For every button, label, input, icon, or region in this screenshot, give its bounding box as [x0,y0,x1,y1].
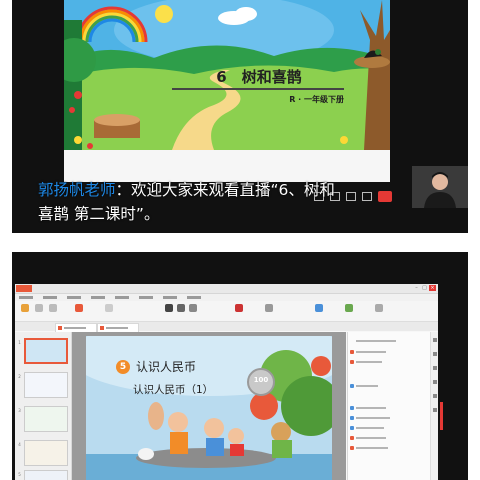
tab-document-active[interactable] [97,323,139,332]
file-icon [350,350,354,354]
presentation-app-window: – □ × 1 2 3 4 5 5 认识人民币 认识人民币（1） 100 [15,284,438,480]
thumbnail-number: 5 [18,472,21,477]
stream-caption: 郭扬帆老师：欢迎大家来观看直播“6、树和喜鹊 第二课时”。 [38,178,338,226]
italic-icon[interactable] [177,304,185,312]
slide-thumbnail[interactable] [24,372,68,398]
shape-icon[interactable] [315,304,323,312]
copy-icon[interactable] [49,304,57,312]
pane-item[interactable] [356,361,382,363]
document-tab-bar [15,322,438,332]
live-stream-panel: 6 树和喜鹊 R · 一年级下册 郭扬帆老师：欢迎大家来观看直播“6、树和喜鹊 … [12,0,468,233]
side-toolbar [430,332,438,480]
screen-icon[interactable] [346,192,356,201]
desktop-screenshot: – □ × 1 2 3 4 5 5 认识人民币 认识人民币（1） 100 [12,252,468,480]
folder-icon [350,406,354,410]
current-slide[interactable]: 5 认识人民币 认识人民币（1） 100 [86,336,332,480]
menu-item[interactable] [115,294,139,301]
pane-item[interactable] [356,407,386,409]
file-icon [350,436,354,440]
pane-item[interactable] [356,447,388,449]
slide-thumbnail[interactable] [24,470,68,480]
new-slide-icon[interactable] [75,304,83,312]
ribbon-toolbar [15,301,438,322]
layout-icon[interactable] [105,304,113,312]
unit-title: 认识人民币 [136,360,197,374]
align-icon[interactable] [265,304,273,312]
slide-illustration [86,336,332,480]
lesson-slide: 6 树和喜鹊 R · 一年级下册 [64,0,390,182]
thumbnail-number: 2 [18,374,21,379]
file-icon [350,446,354,450]
slide-thumbnail[interactable] [24,440,68,466]
menu-item[interactable] [187,294,211,301]
settings-icon[interactable] [433,338,437,342]
pane-item[interactable] [356,417,390,419]
menu-item[interactable] [139,294,163,301]
underline-icon[interactable] [189,304,197,312]
unit-number-badge: 5 [116,360,130,374]
file-icon [350,360,354,364]
cut-icon[interactable] [35,304,43,312]
lesson-subtitle: 认识人民币（1） [133,384,214,396]
folder-icon [350,416,354,420]
format-icon[interactable] [433,380,437,384]
font-color-icon[interactable] [235,304,243,312]
pane-item[interactable] [356,351,386,353]
menu-bar [15,294,438,301]
pane-header [356,340,396,342]
thumbnail-number: 4 [18,442,21,447]
teacher-camera [412,166,468,208]
pane-item[interactable] [356,427,384,429]
pane-item[interactable] [356,385,378,387]
transition-icon[interactable] [433,366,437,370]
bold-icon[interactable] [165,304,173,312]
app-logo[interactable] [16,285,32,292]
task-pane [347,332,438,480]
minimize-icon[interactable]: – [413,285,420,291]
folder-icon [350,426,354,430]
menu-item[interactable] [91,294,115,301]
menu-item[interactable] [19,294,43,301]
close-icon[interactable]: × [429,285,436,291]
window-scrollbar[interactable] [440,402,443,430]
textbook-grade-label: R · 一年级下册 [289,95,344,104]
menu-item[interactable] [43,294,67,301]
animation-icon[interactable] [433,352,437,356]
lesson-title: 6 树和喜鹊 [216,68,302,86]
maximize-icon[interactable]: □ [421,285,428,291]
share-icon[interactable] [433,394,437,398]
more-icon[interactable] [433,408,437,412]
picture-icon[interactable] [345,304,353,312]
fullscreen-icon[interactable] [362,192,372,201]
slide-thumbnail[interactable] [24,406,68,432]
title-underline [172,88,344,90]
menu-item[interactable] [67,294,91,301]
folder-icon [350,384,354,388]
find-icon[interactable] [375,304,383,312]
slide-canvas: 5 认识人民币 认识人民币（1） 100 [72,332,346,480]
thumbnail-number: 1 [18,340,21,345]
tab-document[interactable] [55,323,97,332]
coin-label: 100 [253,376,269,384]
thumbnail-number: 3 [18,408,21,413]
record-icon[interactable] [378,191,392,202]
paste-icon[interactable] [21,304,29,312]
pane-item[interactable] [356,437,386,439]
slide-thumbnail[interactable] [24,338,68,364]
menu-item[interactable] [163,294,187,301]
speaker-name: 郭扬帆老师 [38,181,116,199]
slide-thumbnail-panel: 1 2 3 4 5 [15,332,72,480]
person-icon [412,166,468,208]
title-bar: – □ × [15,284,438,294]
